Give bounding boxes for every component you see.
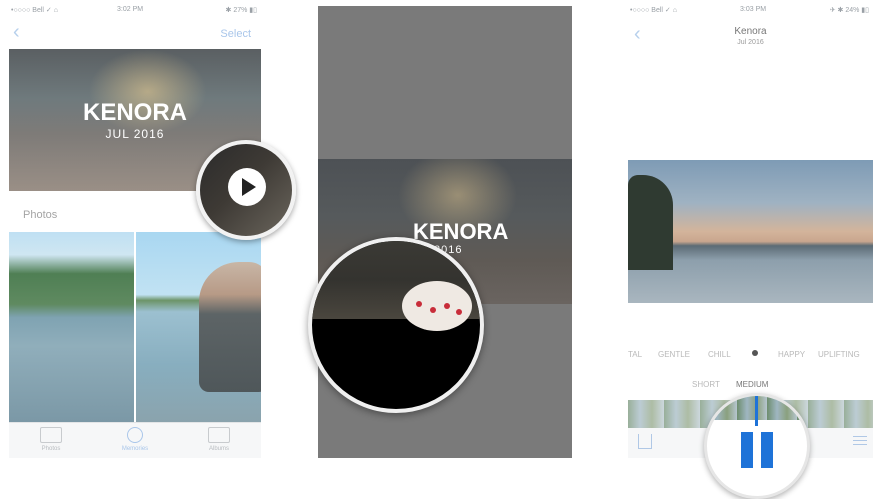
adjust-icon[interactable] [853,436,867,448]
status-time: 3:03 PM [740,6,767,13]
select-button[interactable]: Select [220,28,251,40]
plate-dot [444,303,450,309]
memory-preview[interactable] [628,160,873,303]
battery-text: ✈ ✱ 24% ▮▯ [829,7,869,14]
zoomed-photo [312,241,480,331]
status-bar: •○○○○ Bell ✓ ⌂ 3:02 PM ✱ 27% ▮▯ [9,0,261,20]
back-button[interactable]: ‹ [13,22,20,42]
photo-thumbnail[interactable] [136,232,261,422]
memory-title: KENORA [82,99,187,126]
albums-tab-icon [208,427,230,443]
photos-tab-icon [40,427,62,443]
photo-thumbnail[interactable] [9,232,134,422]
carrier-text: •○○○○ Bell ✓ ⌂ [11,7,58,14]
mood-option[interactable]: CHILL [708,350,731,359]
tab-memories-label: Memories [121,446,149,452]
mood-option[interactable]: UPLIFTING [818,350,860,359]
battery-text: ✱ 27% ▮▯ [225,7,257,14]
share-icon[interactable] [638,434,652,449]
memory-title: Kenora [734,26,767,37]
person-figure [199,262,261,392]
memory-date: JUL 2016 [105,127,165,141]
plate-detail [402,281,472,331]
memory-editor-screen: •○○○○ Bell ✓ ⌂ 3:03 PM ✈ ✱ 24% ▮▯ ‹ Keno… [628,0,873,458]
mood-option[interactable]: TAL [628,350,642,359]
tab-photos-label: Photos [41,446,61,452]
tab-albums-label: Albums [208,446,229,452]
mood-option[interactable]: HAPPY [778,350,805,359]
plate-dot [456,309,462,315]
tree-silhouette [628,175,673,270]
plate-dot [430,307,436,313]
tab-albums[interactable]: Albums [189,427,249,452]
length-short[interactable]: SHORT [692,380,720,389]
memory-date: Jul 2016 [737,39,764,46]
tab-photos[interactable]: Photos [21,427,81,452]
memories-tab-icon [127,427,143,443]
play-magnifier [196,140,296,240]
play-icon[interactable] [228,168,266,206]
playhead [755,396,758,426]
mood-option[interactable]: GENTLE [658,350,690,359]
video-magnifier [308,237,484,413]
carrier-text: •○○○○ Bell ✓ ⌂ [630,7,677,14]
photos-section-label: Photos [23,209,58,221]
tab-memories[interactable]: Memories [105,427,165,452]
mood-selected-indicator [752,350,758,356]
status-bar: •○○○○ Bell ✓ ⌂ 3:03 PM ✈ ✱ 24% ▮▯ [628,0,873,20]
pause-magnifier [704,393,810,499]
tab-bar: Photos Memories Albums [9,422,261,458]
plate-dot [416,301,422,307]
length-medium[interactable]: MEDIUM [736,380,768,389]
status-time: 3:02 PM [117,6,144,13]
